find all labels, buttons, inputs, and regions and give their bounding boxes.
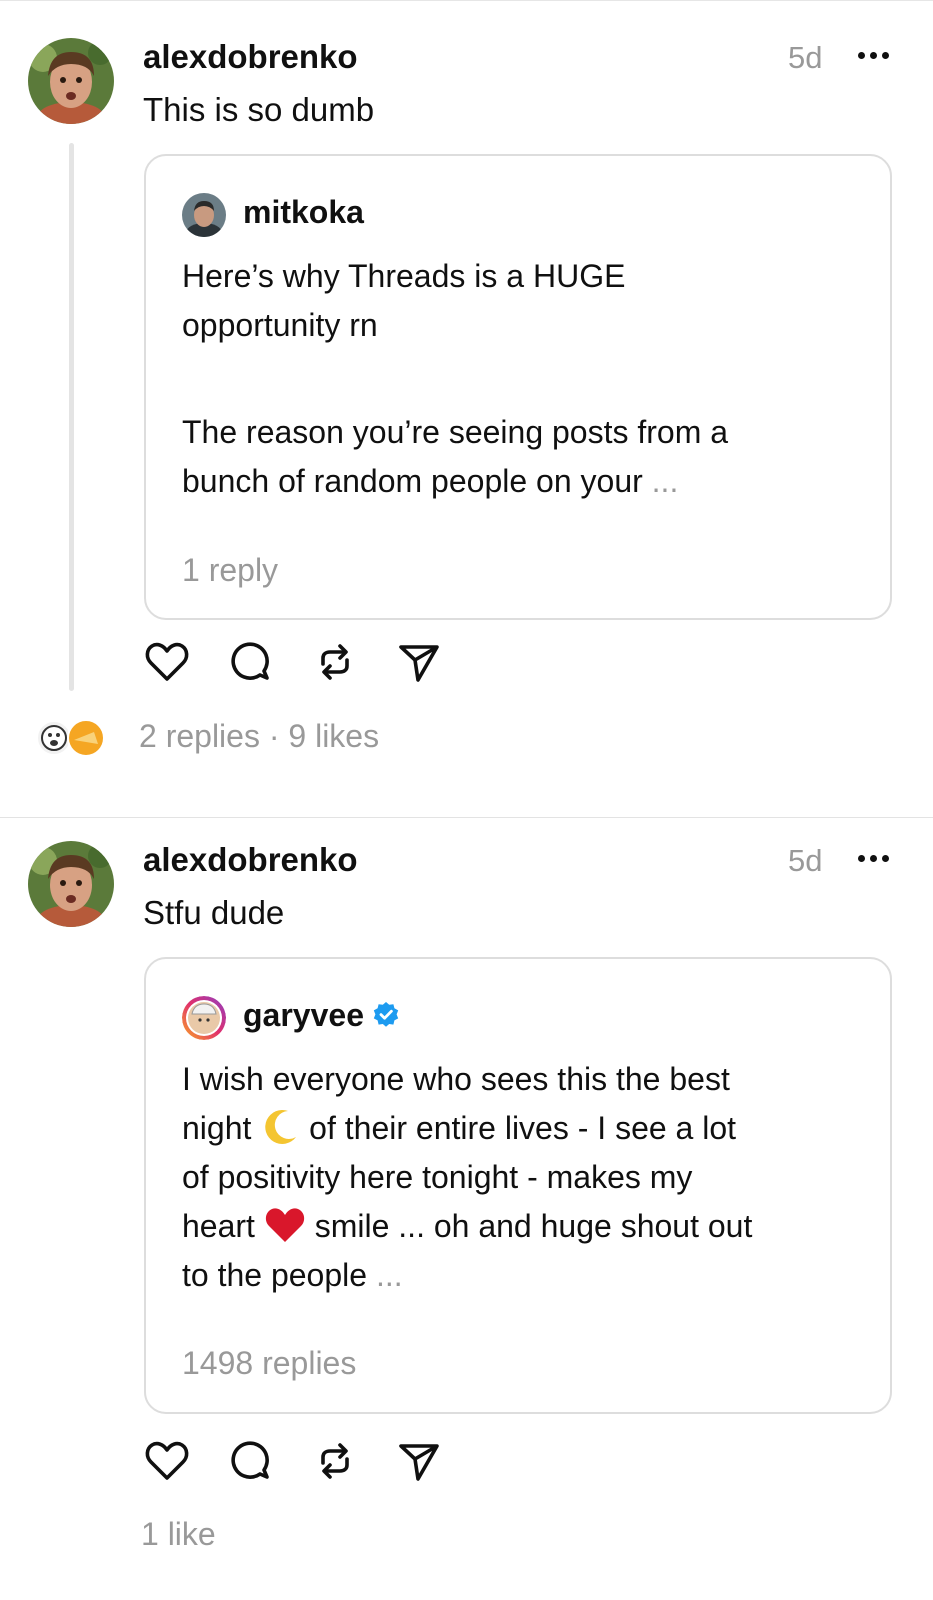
quoted-username[interactable]: mitkoka [243, 194, 364, 231]
quoted-username-text: garyvee [243, 997, 364, 1033]
quoted-text: I wish everyone who sees this the best n… [182, 1055, 862, 1300]
quoted-replies-count[interactable]: 1498 replies [182, 1345, 356, 1382]
post-text: Stfu dude [143, 894, 285, 931]
quoted-text: Here’s why Threads is a HUGE opportunity… [182, 252, 862, 506]
quoted-text-line: The reason you’re seeing posts from a [182, 414, 729, 450]
quoted-text-line: night of their entire lives - I see a lo… [182, 1104, 862, 1153]
quoted-text-fragment: to the people [182, 1257, 368, 1293]
repost-icon[interactable] [311, 1437, 359, 1485]
quoted-text-fragment: smile ... oh and huge shout out [314, 1208, 753, 1244]
red-heart-emoji [265, 1208, 304, 1242]
send-icon[interactable] [395, 638, 443, 686]
quoted-post-card[interactable]: garyvee I wish everyone who sees this th… [144, 957, 892, 1414]
thread-line [69, 143, 74, 691]
quoted-text-line: heart smile ... oh and huge shout out [182, 1202, 862, 1251]
quoted-username[interactable]: garyvee [243, 997, 400, 1034]
more-dots-icon[interactable] [858, 46, 898, 66]
quoted-text-fragment: heart [182, 1208, 255, 1244]
quoted-text-line: Here’s why Threads is a HUGE [182, 258, 626, 294]
heart-icon[interactable] [143, 638, 191, 686]
post-username[interactable]: alexdobrenko [143, 841, 358, 879]
quoted-text-line: opportunity rn [182, 307, 378, 343]
quoted-text-line: bunch of random people on your ... [182, 457, 862, 506]
quoted-avatar[interactable] [182, 996, 226, 1040]
ellipsis[interactable]: ... [376, 1257, 403, 1293]
quoted-text-line: to the people ... [182, 1251, 862, 1300]
heart-icon[interactable] [143, 1437, 191, 1485]
send-icon[interactable] [395, 1437, 443, 1485]
post-time: 5d [788, 843, 823, 878]
quoted-text-fragment: bunch of random people on your [182, 463, 643, 499]
post-stats[interactable]: 2 replies · 9 likes [139, 718, 379, 755]
quoted-text-fragment: of their entire lives - I see a lot [309, 1110, 737, 1146]
quoted-post-card[interactable]: mitkoka Here’s why Threads is a HUGE opp… [144, 154, 892, 620]
quoted-replies-count[interactable]: 1 reply [182, 552, 278, 589]
avatar[interactable] [28, 38, 114, 124]
post-time: 5d [788, 40, 823, 75]
verified-badge-icon [373, 1002, 399, 1027]
reply-avatars[interactable] [36, 718, 112, 758]
quoted-text-fragment: night [182, 1110, 252, 1146]
thread-post: alexdobrenko This is so dumb 5d mitkoka … [0, 0, 933, 818]
quoted-text-line: of positivity here tonight - makes my [182, 1159, 693, 1195]
avatar[interactable] [28, 841, 114, 927]
thread-post: alexdobrenko Stfu dude 5d garyvee I wish… [0, 818, 933, 1600]
quoted-text-line: I wish everyone who sees this the best [182, 1061, 730, 1097]
crescent-moon-emoji [265, 1109, 297, 1144]
more-dots-icon[interactable] [858, 849, 898, 869]
post-username[interactable]: alexdobrenko [143, 38, 358, 76]
quoted-avatar[interactable] [182, 193, 226, 237]
repost-icon[interactable] [311, 638, 359, 686]
post-stats[interactable]: 1 like [141, 1516, 216, 1553]
ellipsis[interactable]: ... [652, 463, 679, 499]
post-text: This is so dumb [143, 91, 375, 128]
comment-bubble-icon[interactable] [227, 638, 275, 686]
comment-bubble-icon[interactable] [227, 1437, 275, 1485]
quoted-text-line [182, 350, 862, 408]
